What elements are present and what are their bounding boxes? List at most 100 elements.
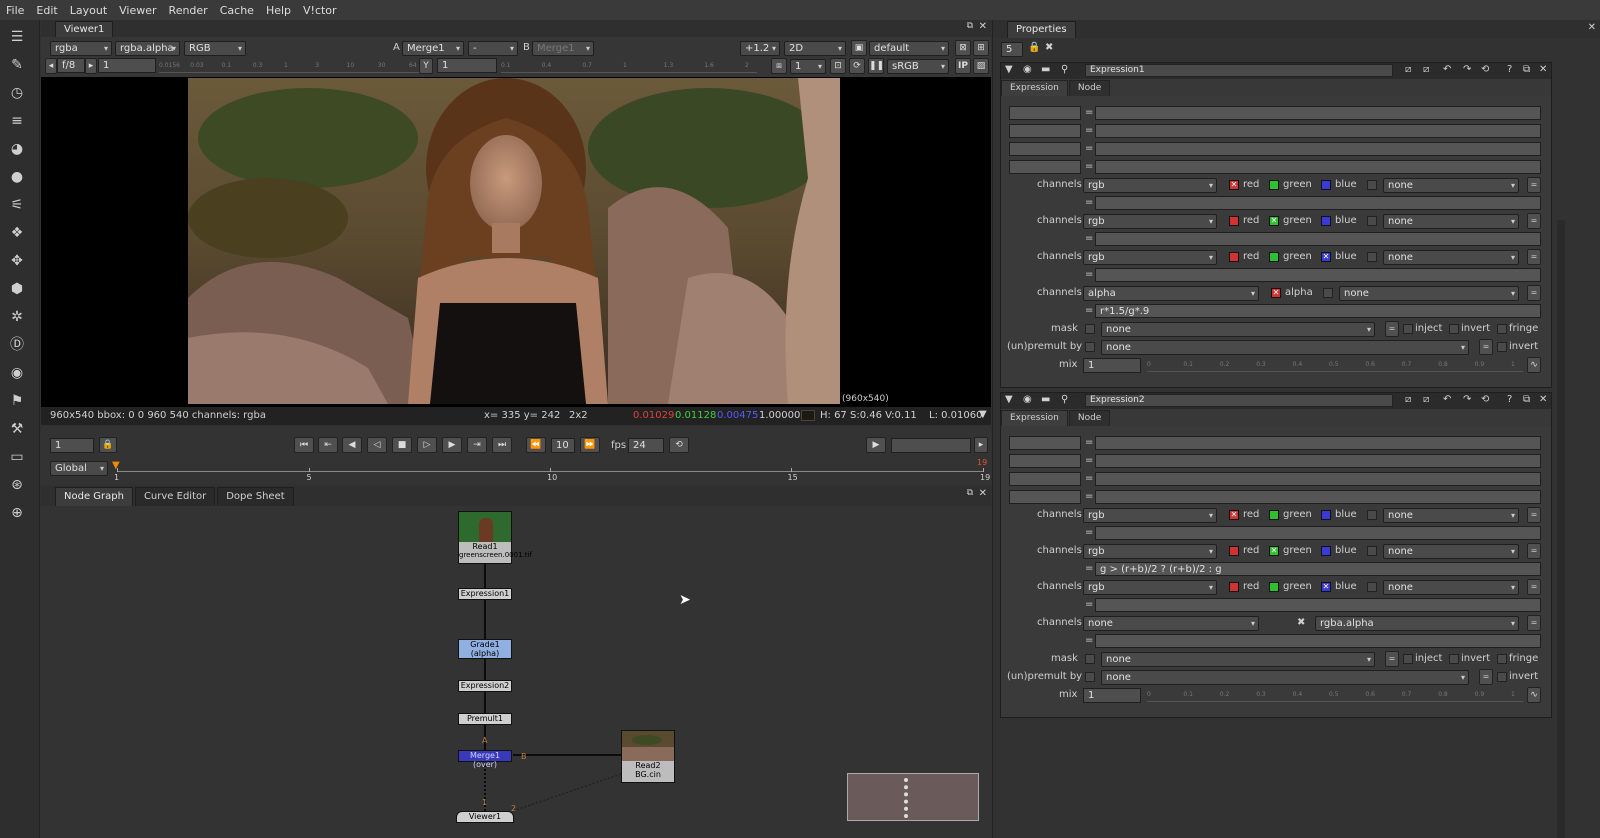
toolsets-icon[interactable]: ⚒ — [8, 420, 26, 438]
blue-checkbox[interactable] — [1321, 216, 1331, 226]
expression-field[interactable] — [1095, 232, 1541, 246]
close-icon[interactable]: ✕ — [979, 21, 987, 32]
extra-channel-checkbox[interactable] — [1367, 546, 1377, 556]
menu-cache[interactable]: Cache — [214, 4, 260, 17]
temp-name-field[interactable] — [1009, 490, 1081, 504]
green-checkbox[interactable] — [1269, 582, 1279, 592]
close-panel-icon[interactable]: ✕ — [1539, 64, 1547, 75]
lut-dropdown[interactable]: default — [869, 41, 949, 56]
extra-channel-dropdown[interactable]: none — [1383, 508, 1519, 523]
expression-field[interactable] — [1095, 634, 1541, 648]
loop-icon[interactable]: ⟲ — [669, 437, 689, 453]
menu-vctor[interactable]: V!ctor — [297, 4, 343, 17]
keyer-icon[interactable]: ⚟ — [8, 196, 26, 214]
temp-expr-field[interactable] — [1095, 106, 1541, 120]
temp-name-field[interactable] — [1009, 106, 1081, 120]
mode-dropdown[interactable]: 2D — [784, 41, 846, 56]
unpremult-invert-checkbox[interactable] — [1497, 672, 1507, 682]
redo-icon[interactable]: ↷ — [1463, 394, 1471, 405]
input-a-dropdown[interactable]: Merge1 — [402, 41, 464, 56]
views-icon[interactable]: ◉ — [8, 364, 26, 382]
temp-expr-field[interactable] — [1095, 160, 1541, 174]
mask-checkbox[interactable] — [1085, 324, 1095, 334]
tab-curve-editor[interactable]: Curve Editor — [134, 487, 216, 506]
unpremult-dropdown[interactable]: none — [1101, 340, 1469, 355]
menu-file[interactable]: File — [0, 4, 30, 17]
node-name-field[interactable]: Expression2 — [1085, 394, 1393, 407]
color-icon[interactable]: ◕ — [8, 140, 26, 158]
next-proxy-icon[interactable]: ▸ — [85, 58, 97, 74]
extra-channel-dropdown[interactable]: none — [1383, 580, 1519, 595]
extra-channel-checkbox[interactable] — [1367, 510, 1377, 520]
extra-channel-dropdown[interactable]: none — [1383, 214, 1519, 229]
redo-icon[interactable]: ↷ — [1463, 64, 1471, 75]
help-icon[interactable]: ? — [1507, 64, 1512, 75]
exposure-slider[interactable]: 0.0156 0.03 0.1 0.3 1 3 10 30 64 — [159, 59, 421, 73]
temp-name-field[interactable] — [1009, 436, 1081, 450]
play-backward-icon[interactable]: ◁ — [367, 437, 387, 453]
premult1-node[interactable]: Premult1 — [458, 713, 512, 725]
mask-dropdown[interactable]: none — [1101, 652, 1375, 667]
blue-checkbox[interactable] — [1321, 180, 1331, 190]
tab-node-graph[interactable]: Node Graph — [55, 487, 133, 506]
menu-render[interactable]: Render — [163, 4, 214, 17]
channels-dropdown[interactable]: rgb — [1083, 508, 1217, 523]
roi-icon[interactable]: ⊠ — [955, 40, 971, 56]
temp-expr-field[interactable] — [1095, 142, 1541, 156]
range-menu-icon[interactable]: ▸ — [974, 437, 988, 453]
read2-node[interactable]: Read2 BG.cin — [621, 730, 675, 783]
link-button[interactable]: = — [1527, 543, 1541, 559]
next-frame-icon[interactable]: ▶ — [442, 437, 462, 453]
unpremult-checkbox[interactable] — [1085, 342, 1095, 352]
timeline[interactable]: 1 5 10 15 19 ▼ 19 — [112, 458, 990, 484]
green-checkbox[interactable] — [1269, 510, 1279, 520]
expression-field[interactable] — [1095, 196, 1541, 210]
temp-expr-field[interactable] — [1095, 490, 1541, 504]
inject-checkbox[interactable] — [1403, 324, 1413, 334]
wipe-icon[interactable]: ⊞ — [973, 40, 989, 56]
mix-field[interactable]: 1 — [1083, 358, 1141, 373]
link-button[interactable]: = — [1527, 579, 1541, 595]
animation-curve-icon[interactable]: ∿ — [1527, 357, 1541, 373]
mask-link-button[interactable]: = — [1385, 651, 1399, 667]
temp-name-field[interactable] — [1009, 454, 1081, 468]
invert-checkbox[interactable] — [1449, 324, 1459, 334]
node-disable-icon[interactable]: ▬ — [1041, 64, 1050, 75]
stop-icon[interactable]: ■ — [392, 437, 412, 453]
revert-icon[interactable]: ⟲ — [1481, 64, 1489, 75]
mix-field[interactable]: 1 — [1083, 688, 1141, 703]
unpremult-link-button[interactable]: = — [1479, 339, 1493, 355]
link-button[interactable]: = — [1527, 615, 1541, 631]
invert-checkbox[interactable] — [1449, 654, 1459, 664]
extra-channel-dropdown[interactable]: none — [1383, 250, 1519, 265]
collapse-icon[interactable]: ▼ — [1005, 394, 1013, 405]
prev-frame-icon[interactable]: ◀ — [342, 437, 362, 453]
menu-viewer[interactable]: Viewer — [113, 4, 162, 17]
extra-channel-dropdown[interactable]: rgba.alpha — [1315, 616, 1519, 631]
red-checkbox[interactable] — [1229, 546, 1239, 556]
blue-checkbox[interactable] — [1321, 546, 1331, 556]
compare-op-dropdown[interactable]: - — [468, 41, 518, 56]
fringe-checkbox[interactable] — [1497, 654, 1507, 664]
particles-icon[interactable]: ✲ — [8, 308, 26, 326]
temp-name-field[interactable] — [1009, 160, 1081, 174]
expression-field[interactable]: g > (r+b)/2 ? (r+b)/2 : g — [1095, 562, 1541, 576]
fringe-checkbox[interactable] — [1497, 324, 1507, 334]
gamma-slider[interactable]: 0.1 0.4 0.7 1 1.3 1.6 2 — [501, 59, 757, 73]
panel-tab-node[interactable]: Node — [1068, 80, 1111, 96]
edit-icon[interactable]: ⧄ — [1405, 64, 1411, 75]
extra-channel-dropdown[interactable]: none — [1339, 286, 1519, 301]
temp-expr-field[interactable] — [1095, 472, 1541, 486]
mask-dropdown[interactable]: none — [1101, 322, 1375, 337]
channels-dropdown[interactable]: rgb — [1083, 250, 1217, 265]
clear-channel-icon[interactable]: ✖ — [1297, 617, 1305, 628]
input-b-dropdown[interactable]: Merge1 — [532, 41, 594, 56]
node-name-field[interactable]: Expression1 — [1085, 64, 1393, 77]
node-lock-icon[interactable]: ⚲ — [1061, 64, 1068, 75]
red-checkbox[interactable]: ✕ — [1229, 180, 1239, 190]
exposure-field[interactable]: 1 — [98, 58, 156, 73]
lock-icon[interactable]: ▣ — [851, 40, 867, 56]
flipbook-icon[interactable]: ▶ — [866, 437, 886, 453]
other-icon[interactable]: ▭ — [8, 448, 26, 466]
link-button[interactable]: = — [1527, 249, 1541, 265]
